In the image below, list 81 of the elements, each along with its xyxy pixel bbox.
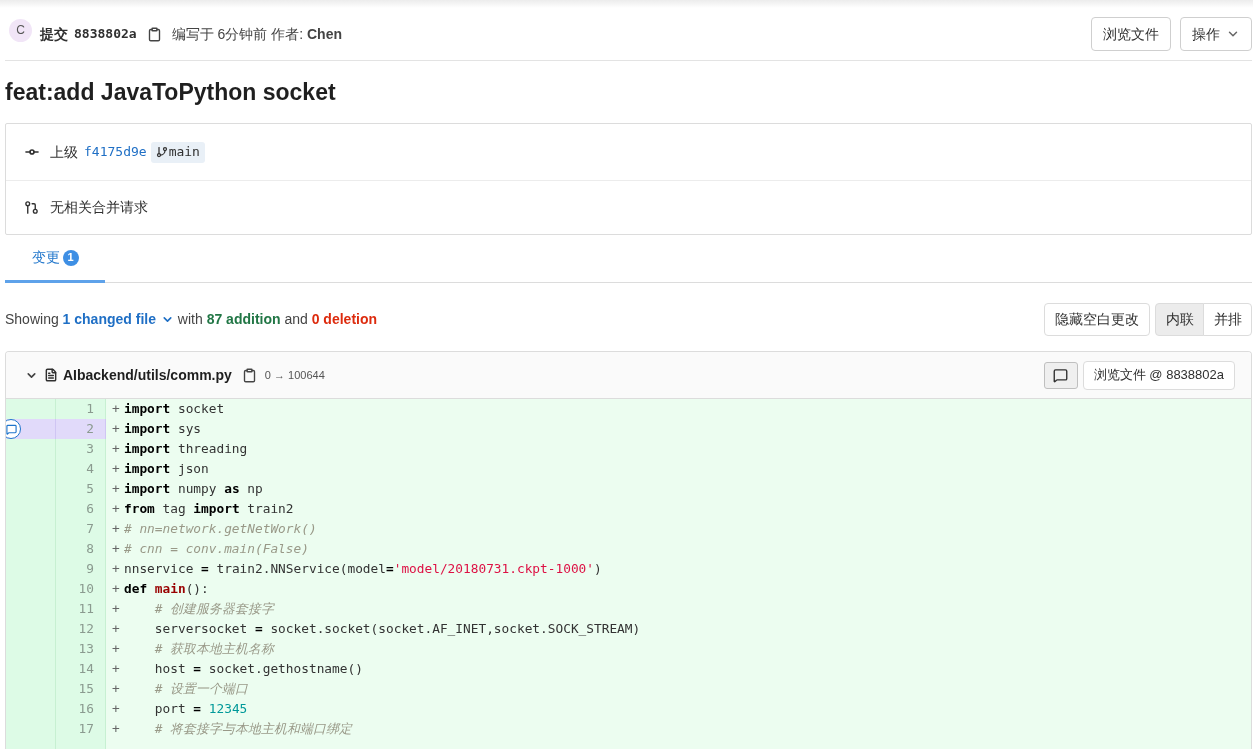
changed-files-dropdown[interactable]: 1 changed file [62,308,174,330]
line-number: 16 [56,699,106,719]
line-number: 13 [56,639,106,659]
copy-icon[interactable] [146,26,162,42]
commit-label: 提交 [40,24,68,44]
user-avatar: C [9,18,32,42]
file-mode-change: 0 → 100644 [264,367,325,383]
parent-commit-link[interactable]: f4175d9e [84,142,147,162]
line-number: 3 [56,439,106,459]
code-line: from tag import train2 [124,500,294,518]
diff-marker: + [112,600,121,618]
diff-marker: + [112,700,121,718]
diff-marker: + [112,580,121,598]
file-icon [44,368,58,382]
code-line: # 获取本地主机名称 [153,640,275,658]
hide-whitespace-button[interactable]: 隐藏空白更改 [1044,302,1150,336]
diff-marker: + [112,400,121,418]
copy-icon[interactable] [241,367,257,383]
code-line: # nn=network.getNetWork() [124,520,317,538]
diff-marker: + [112,680,121,698]
code-line: nnservice = train2.NNService(model='model/20180731.ckpt-1000') [124,560,602,578]
commit-byline: 编写于 6分钟前 作者: Chen [171,24,342,44]
diff-marker: + [112,480,121,498]
diff-marker: + [112,560,121,578]
line-number: 7 [56,519,106,539]
code-line: import json [124,460,209,478]
code-line: def main(): [124,580,209,598]
merge-request-icon [24,200,39,215]
code-line: serversocket = socket.socket(socket.AF_INET,socket.SOCK_STREAM) [153,620,641,638]
line-number: 4 [56,459,106,479]
count-badge: 1 [62,249,79,266]
diff-marker: + [112,500,121,518]
code-line: host = socket.gethostname() [153,660,363,678]
changes-summary: Showing 1 changed file with 87 addition and 0 deletion [5,308,378,330]
code-line: # 将套接字与本地主机和端口绑定 [153,720,353,738]
file-path[interactable]: AIbackend/utils/comm.py [63,364,232,386]
code-line: # 设置一个端口 [153,680,249,698]
line-number: 9 [56,559,106,579]
line-number: 5 [56,479,106,499]
comment-button[interactable] [1043,361,1078,389]
line-number: 12 [56,619,106,639]
diff-marker: + [112,440,121,458]
line-number: 6 [56,499,106,519]
branch-icon [155,146,168,158]
browse-files-button[interactable]: 浏览文件 [1091,17,1171,51]
line-number: 10 [56,579,106,599]
diff-marker: + [112,660,121,678]
line-number: 1 [56,399,106,419]
diff-marker: + [112,540,121,558]
line-number: 11 [56,599,106,619]
line-number-cell [56,739,106,749]
branch-badge[interactable]: main [150,141,205,163]
code-line: import threading [124,440,248,458]
diff-marker: + [112,520,121,538]
line-number-cell [6,739,56,749]
code-line: import sys [124,420,202,438]
view-mode-toggle[interactable]: 并排 [1203,302,1252,336]
actions-dropdown-button[interactable]: 操作 [1180,17,1252,51]
line-number: 8 [56,539,106,559]
code-line: import socket [124,400,225,418]
diff-marker: + [112,420,121,438]
commit-sha: 8838802a [74,25,137,44]
code-line: import numpy as np [124,480,263,498]
code-line: port = 12345 [153,700,248,718]
line-number: 15 [56,679,106,699]
code-line: # 创建服务器套接字 [153,600,275,618]
line-number: 17 [56,719,106,739]
line-number: 2 [56,419,106,439]
commit-title: feat:add JavaToPython socket [5,77,336,107]
code-line: # cnn = conv.main(False) [124,540,309,558]
merge-request-status: 无相关合并请求 [50,198,148,217]
changes-tab[interactable]: 变更 1 [5,235,105,283]
diff-marker: + [112,720,121,738]
parent-label: 上级 [50,142,78,162]
diff-marker: + [112,620,121,638]
view-file-button[interactable]: 浏览文件 @ 8838802a [1082,360,1235,390]
comment-icon [1053,367,1069,383]
line-number: 14 [56,659,106,679]
view-mode-toggle[interactable]: 内联 [1155,302,1204,336]
diff-marker: + [112,640,121,658]
diff-marker: + [112,460,121,478]
